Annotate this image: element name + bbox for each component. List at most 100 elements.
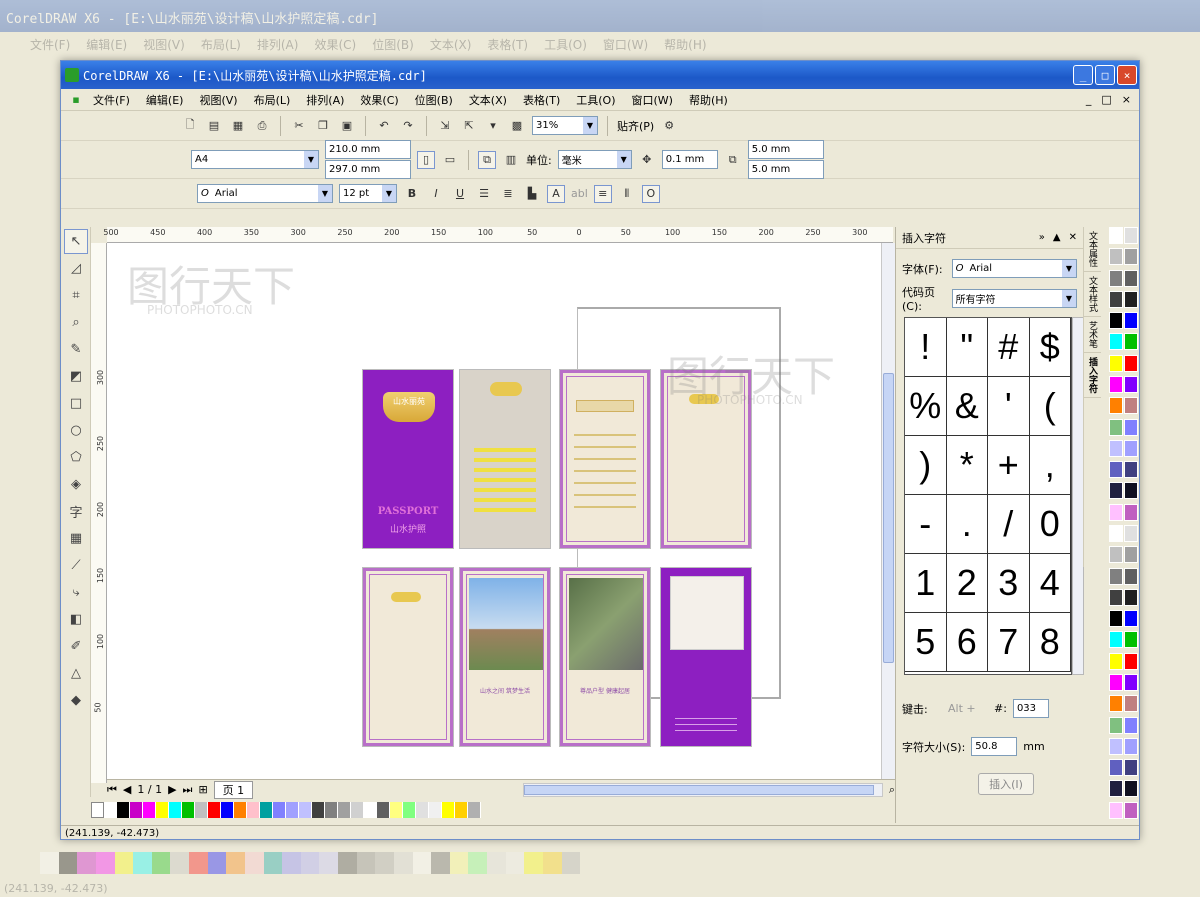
color-swatch[interactable] xyxy=(117,802,130,818)
color-swatch[interactable] xyxy=(390,802,403,818)
map-back-page[interactable] xyxy=(660,567,752,747)
color-swatch[interactable] xyxy=(1124,759,1138,777)
unit-select[interactable]: 毫米 ▼ xyxy=(557,150,632,169)
paste-icon[interactable]: ▣ xyxy=(338,117,356,135)
color-swatch[interactable] xyxy=(260,802,273,818)
dimension-tool-icon[interactable]: ⟋ xyxy=(64,553,88,578)
copy-icon[interactable]: ❐ xyxy=(314,117,332,135)
bullet-list-icon[interactable]: ≣ xyxy=(499,185,517,203)
basic-shapes-icon[interactable]: ◈ xyxy=(64,472,88,497)
italic-icon[interactable]: I xyxy=(427,185,445,203)
color-swatch[interactable] xyxy=(1124,461,1138,479)
color-swatch[interactable] xyxy=(1109,546,1123,564)
blank-framed-page[interactable] xyxy=(362,567,454,747)
blend-tool-icon[interactable]: ◧ xyxy=(64,607,88,632)
color-swatch[interactable] xyxy=(1109,716,1123,734)
bold-icon[interactable]: B xyxy=(403,185,421,203)
next-page-icon[interactable]: ▶ xyxy=(168,783,176,796)
color-swatch[interactable] xyxy=(1124,610,1138,628)
zoom-level-select[interactable]: 31% ▼ xyxy=(532,116,598,135)
font-size-select[interactable]: 12 pt ▼ xyxy=(339,184,397,203)
character-cell[interactable]: ' xyxy=(988,377,1030,436)
color-swatch[interactable] xyxy=(1109,354,1123,372)
menu-tools[interactable]: 工具(O) xyxy=(568,92,623,108)
page-size-select[interactable]: A4 ▼ xyxy=(191,150,319,169)
zoom-tool-icon[interactable]: ⌕ xyxy=(64,310,88,335)
color-swatch[interactable] xyxy=(1109,290,1123,308)
color-swatch[interactable] xyxy=(156,802,169,818)
outline-pen-icon[interactable]: △ xyxy=(64,661,88,686)
character-cell[interactable]: ! xyxy=(905,318,947,377)
color-swatch[interactable] xyxy=(1124,588,1138,606)
export-icon[interactable]: ⇱ xyxy=(460,117,478,135)
undo-icon[interactable]: ↶ xyxy=(375,117,393,135)
menu-window[interactable]: 窗口(W) xyxy=(624,92,681,108)
character-cell[interactable]: $ xyxy=(1029,318,1071,377)
color-swatch[interactable] xyxy=(1124,780,1138,798)
color-swatch[interactable] xyxy=(1124,524,1138,542)
color-swatch[interactable] xyxy=(1109,673,1123,691)
vertical-text-icon[interactable]: ⦀ xyxy=(618,185,636,203)
color-swatch[interactable] xyxy=(1109,397,1123,415)
color-swatch[interactable] xyxy=(182,802,195,818)
color-swatch[interactable] xyxy=(1124,737,1138,755)
char-size-field[interactable]: 50.8 xyxy=(971,737,1018,756)
color-swatch[interactable] xyxy=(1109,588,1123,606)
character-cell[interactable]: % xyxy=(905,377,947,436)
color-swatch[interactable] xyxy=(364,802,377,818)
color-swatch[interactable] xyxy=(1109,439,1123,457)
table-tool-icon[interactable]: ▦ xyxy=(64,526,88,551)
page-tab[interactable]: 页 1 xyxy=(213,780,254,799)
blank-framed-page[interactable] xyxy=(660,369,752,549)
text-tool-icon[interactable]: 字 xyxy=(64,499,88,524)
color-swatch[interactable] xyxy=(130,802,143,818)
color-swatch[interactable] xyxy=(1124,269,1138,287)
color-swatch[interactable] xyxy=(1109,227,1123,244)
expand-icon[interactable]: » xyxy=(1039,232,1045,243)
color-swatch[interactable] xyxy=(1109,780,1123,798)
color-swatch[interactable] xyxy=(195,802,208,818)
character-cell[interactable]: / xyxy=(988,495,1030,554)
color-swatch[interactable] xyxy=(1124,631,1138,649)
character-cell[interactable]: ( xyxy=(1029,377,1071,436)
doc-restore-button[interactable]: □ xyxy=(1101,93,1111,106)
color-swatch[interactable] xyxy=(1109,631,1123,649)
all-pages-icon[interactable]: ⧉ xyxy=(478,150,496,169)
color-swatch[interactable] xyxy=(1124,375,1138,393)
color-swatch[interactable] xyxy=(1124,248,1138,266)
color-swatch[interactable] xyxy=(1109,652,1123,670)
duplicate-x-field[interactable]: 5.0 mm xyxy=(747,140,824,159)
character-cell[interactable]: 3 xyxy=(988,554,1030,613)
fill-tool-icon[interactable]: ◆ xyxy=(64,688,88,713)
color-swatch[interactable] xyxy=(442,802,455,818)
character-cell[interactable]: & xyxy=(946,377,988,436)
polygon-tool-icon[interactable]: ⬠ xyxy=(64,445,88,470)
color-swatch[interactable] xyxy=(1109,418,1123,436)
color-swatch[interactable] xyxy=(1109,312,1123,330)
align-icon[interactable]: ☰ xyxy=(475,185,493,203)
passport-cover-page[interactable]: 山水丽苑 PASSPORT 山水护照 xyxy=(362,369,454,549)
color-swatch[interactable] xyxy=(1109,801,1123,819)
page-height-field[interactable]: 297.0 mm xyxy=(325,160,411,179)
docker-font-select[interactable]: O Arial ▼ xyxy=(951,259,1077,278)
color-swatch[interactable] xyxy=(1124,354,1138,372)
text-properties-icon[interactable]: A xyxy=(547,184,565,203)
color-swatch[interactable] xyxy=(1124,418,1138,436)
snap-to-button[interactable]: 贴齐(P) xyxy=(617,118,654,134)
character-cell[interactable]: 1 xyxy=(905,554,947,613)
landscape-icon[interactable]: ▭ xyxy=(441,151,459,169)
color-swatch[interactable] xyxy=(169,802,182,818)
color-swatch[interactable] xyxy=(1109,269,1123,287)
connector-tool-icon[interactable]: ⤷ xyxy=(64,580,88,605)
page-width-field[interactable]: 210.0 mm xyxy=(325,140,411,159)
pick-tool-icon[interactable]: ↖ xyxy=(64,229,88,254)
menu-arrange[interactable]: 排列(A) xyxy=(298,92,352,108)
color-swatch[interactable] xyxy=(143,802,156,818)
welcome-screen-icon[interactable]: ▩ xyxy=(508,117,526,135)
color-swatch[interactable] xyxy=(1109,461,1123,479)
insert-button[interactable]: 插入(I) xyxy=(978,773,1034,795)
menu-edit[interactable]: 编辑(E) xyxy=(138,92,192,108)
menu-file[interactable]: 文件(F) xyxy=(85,92,138,108)
aerial-photo-page[interactable]: 尊品户型 健康起居 xyxy=(559,567,651,747)
color-swatch[interactable] xyxy=(351,802,364,818)
